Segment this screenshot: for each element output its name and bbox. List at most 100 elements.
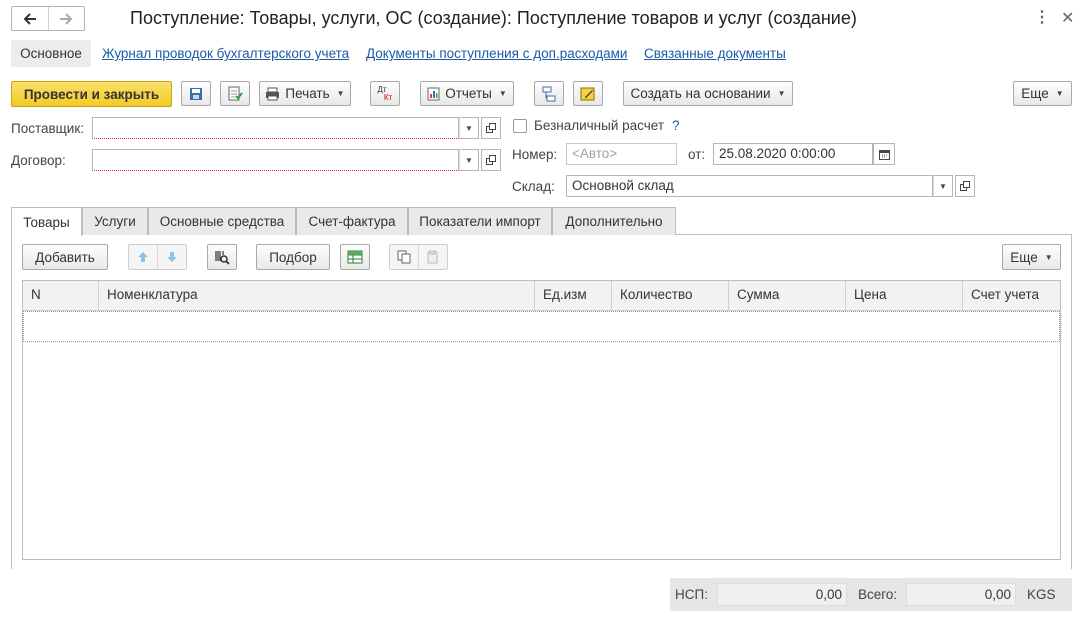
calendar-button[interactable] bbox=[873, 143, 895, 165]
floppy-icon bbox=[190, 87, 202, 100]
nav-back-forward bbox=[11, 6, 85, 31]
date-field[interactable]: 25.08.2020 0:00:00 bbox=[713, 143, 873, 165]
copy-paste-buttons bbox=[389, 244, 448, 270]
post-button[interactable] bbox=[220, 81, 250, 106]
structure-button[interactable] bbox=[534, 81, 564, 106]
caret-down-icon: ▼ bbox=[465, 123, 473, 133]
contract-label: Договор: bbox=[11, 153, 66, 168]
column-header-unit[interactable]: Ед.изм bbox=[535, 281, 612, 311]
barcode-search-button[interactable] bbox=[207, 244, 237, 270]
open-window-icon bbox=[486, 155, 496, 165]
forward-button[interactable] bbox=[49, 7, 85, 30]
save-button[interactable] bbox=[181, 81, 211, 106]
move-down-button[interactable] bbox=[158, 245, 186, 269]
total-label: Всего: bbox=[858, 587, 898, 602]
table-row[interactable] bbox=[23, 311, 1060, 342]
copy-button[interactable] bbox=[390, 245, 419, 269]
arrow-down-icon bbox=[167, 252, 177, 262]
spreadsheet-icon bbox=[347, 250, 363, 264]
tab-additional[interactable]: Дополнительно bbox=[552, 207, 676, 235]
create-based-label: Создать на основании bbox=[630, 86, 771, 101]
warehouse-dropdown[interactable]: ▼ bbox=[933, 175, 953, 197]
calendar-icon bbox=[878, 149, 890, 160]
edit-button[interactable] bbox=[573, 81, 603, 106]
reports-label: Отчеты bbox=[445, 86, 492, 101]
cashless-checkbox[interactable] bbox=[513, 119, 527, 133]
column-header-account[interactable]: Счет учета bbox=[963, 281, 1060, 311]
column-header-quantity[interactable]: Количество bbox=[612, 281, 729, 311]
arrow-left-icon bbox=[23, 12, 36, 25]
tab-import-indicators[interactable]: Показатели импорт bbox=[408, 207, 552, 235]
back-button[interactable] bbox=[12, 7, 49, 30]
nsp-label: НСП: bbox=[675, 587, 708, 602]
currency-label: KGS bbox=[1027, 587, 1056, 602]
tab-goods[interactable]: Товары bbox=[11, 207, 82, 236]
create-based-button[interactable]: Создать на основании ▼ bbox=[623, 81, 793, 106]
print-button[interactable]: Печать ▼ bbox=[259, 81, 351, 106]
window-title: Поступление: Товары, услуги, ОС (создани… bbox=[130, 8, 857, 28]
column-header-item[interactable]: Номенклатура bbox=[99, 281, 535, 311]
supplier-field[interactable] bbox=[92, 117, 459, 139]
contract-open-button[interactable] bbox=[481, 149, 501, 171]
caret-down-icon: ▼ bbox=[777, 89, 786, 98]
caret-down-icon: ▼ bbox=[1044, 252, 1053, 262]
dtkt-bottom: Кт bbox=[383, 92, 393, 102]
cashless-label: Безналичный расчет bbox=[534, 118, 665, 133]
move-up-button[interactable] bbox=[129, 245, 158, 269]
caret-down-icon: ▼ bbox=[498, 89, 507, 98]
more-vert-icon[interactable]: ⋮ bbox=[1034, 10, 1050, 26]
link-related[interactable]: Связанные документы bbox=[644, 46, 786, 61]
report-icon bbox=[427, 87, 440, 100]
paste-button[interactable] bbox=[419, 245, 447, 269]
nav-main[interactable]: Основное bbox=[11, 40, 91, 67]
note-edit-icon bbox=[580, 87, 595, 100]
contract-dropdown[interactable]: ▼ bbox=[459, 149, 479, 171]
link-journal[interactable]: Журнал проводок бухгалтерского учета bbox=[102, 46, 349, 61]
arrow-up-icon bbox=[138, 252, 148, 262]
column-header-price[interactable]: Цена bbox=[846, 281, 963, 311]
total-field: 0,00 bbox=[906, 583, 1016, 606]
tab-invoice[interactable]: Счет-фактура bbox=[296, 207, 408, 235]
print-label: Печать bbox=[285, 86, 330, 101]
more-label: Еще bbox=[1021, 86, 1049, 101]
number-label: Номер: bbox=[512, 147, 558, 162]
close-icon[interactable]: ✕ bbox=[1061, 8, 1074, 28]
table-more-label: Еще bbox=[1010, 249, 1038, 265]
tab-services[interactable]: Услуги bbox=[82, 207, 148, 235]
supplier-label: Поставщик: bbox=[11, 121, 84, 136]
move-buttons bbox=[128, 244, 187, 270]
paste-icon bbox=[427, 250, 438, 264]
barcode-search-icon bbox=[215, 251, 230, 265]
column-header-n[interactable]: N bbox=[23, 281, 99, 311]
post-close-button[interactable]: Провести и закрыть bbox=[11, 81, 172, 107]
arrow-right-icon bbox=[60, 12, 73, 25]
caret-down-icon: ▼ bbox=[336, 89, 345, 98]
open-window-icon bbox=[960, 181, 970, 191]
warehouse-open-button[interactable] bbox=[955, 175, 975, 197]
caret-down-icon: ▼ bbox=[1055, 89, 1064, 98]
open-window-icon bbox=[486, 123, 496, 133]
supplier-open-button[interactable] bbox=[481, 117, 501, 139]
warehouse-field[interactable]: Основной склад bbox=[566, 175, 933, 197]
copy-icon bbox=[397, 250, 411, 264]
help-icon[interactable]: ? bbox=[672, 118, 680, 133]
supplier-dropdown[interactable]: ▼ bbox=[459, 117, 479, 139]
column-header-sum[interactable]: Сумма bbox=[729, 281, 846, 311]
pick-button[interactable]: Подбор bbox=[256, 244, 330, 270]
printer-icon bbox=[266, 87, 280, 100]
more-button[interactable]: Еще ▼ bbox=[1013, 81, 1072, 106]
caret-down-icon: ▼ bbox=[465, 155, 473, 165]
contract-field[interactable] bbox=[92, 149, 459, 171]
table-more-button[interactable]: Еще ▼ bbox=[1002, 244, 1061, 270]
tab-fixed-assets[interactable]: Основные средства bbox=[148, 207, 296, 235]
reports-button[interactable]: Отчеты ▼ bbox=[420, 81, 514, 106]
warehouse-label: Склад: bbox=[512, 179, 555, 194]
dtkt-button[interactable]: Дт Кт bbox=[370, 81, 400, 106]
link-docs-extra[interactable]: Документы поступления с доп.расходами bbox=[366, 46, 627, 61]
hierarchy-icon bbox=[542, 86, 556, 101]
post-doc-icon bbox=[228, 86, 243, 100]
number-field[interactable]: <Авто> bbox=[566, 143, 677, 165]
caret-down-icon: ▼ bbox=[939, 181, 947, 191]
excel-button[interactable] bbox=[340, 244, 370, 270]
add-button[interactable]: Добавить bbox=[22, 244, 108, 270]
